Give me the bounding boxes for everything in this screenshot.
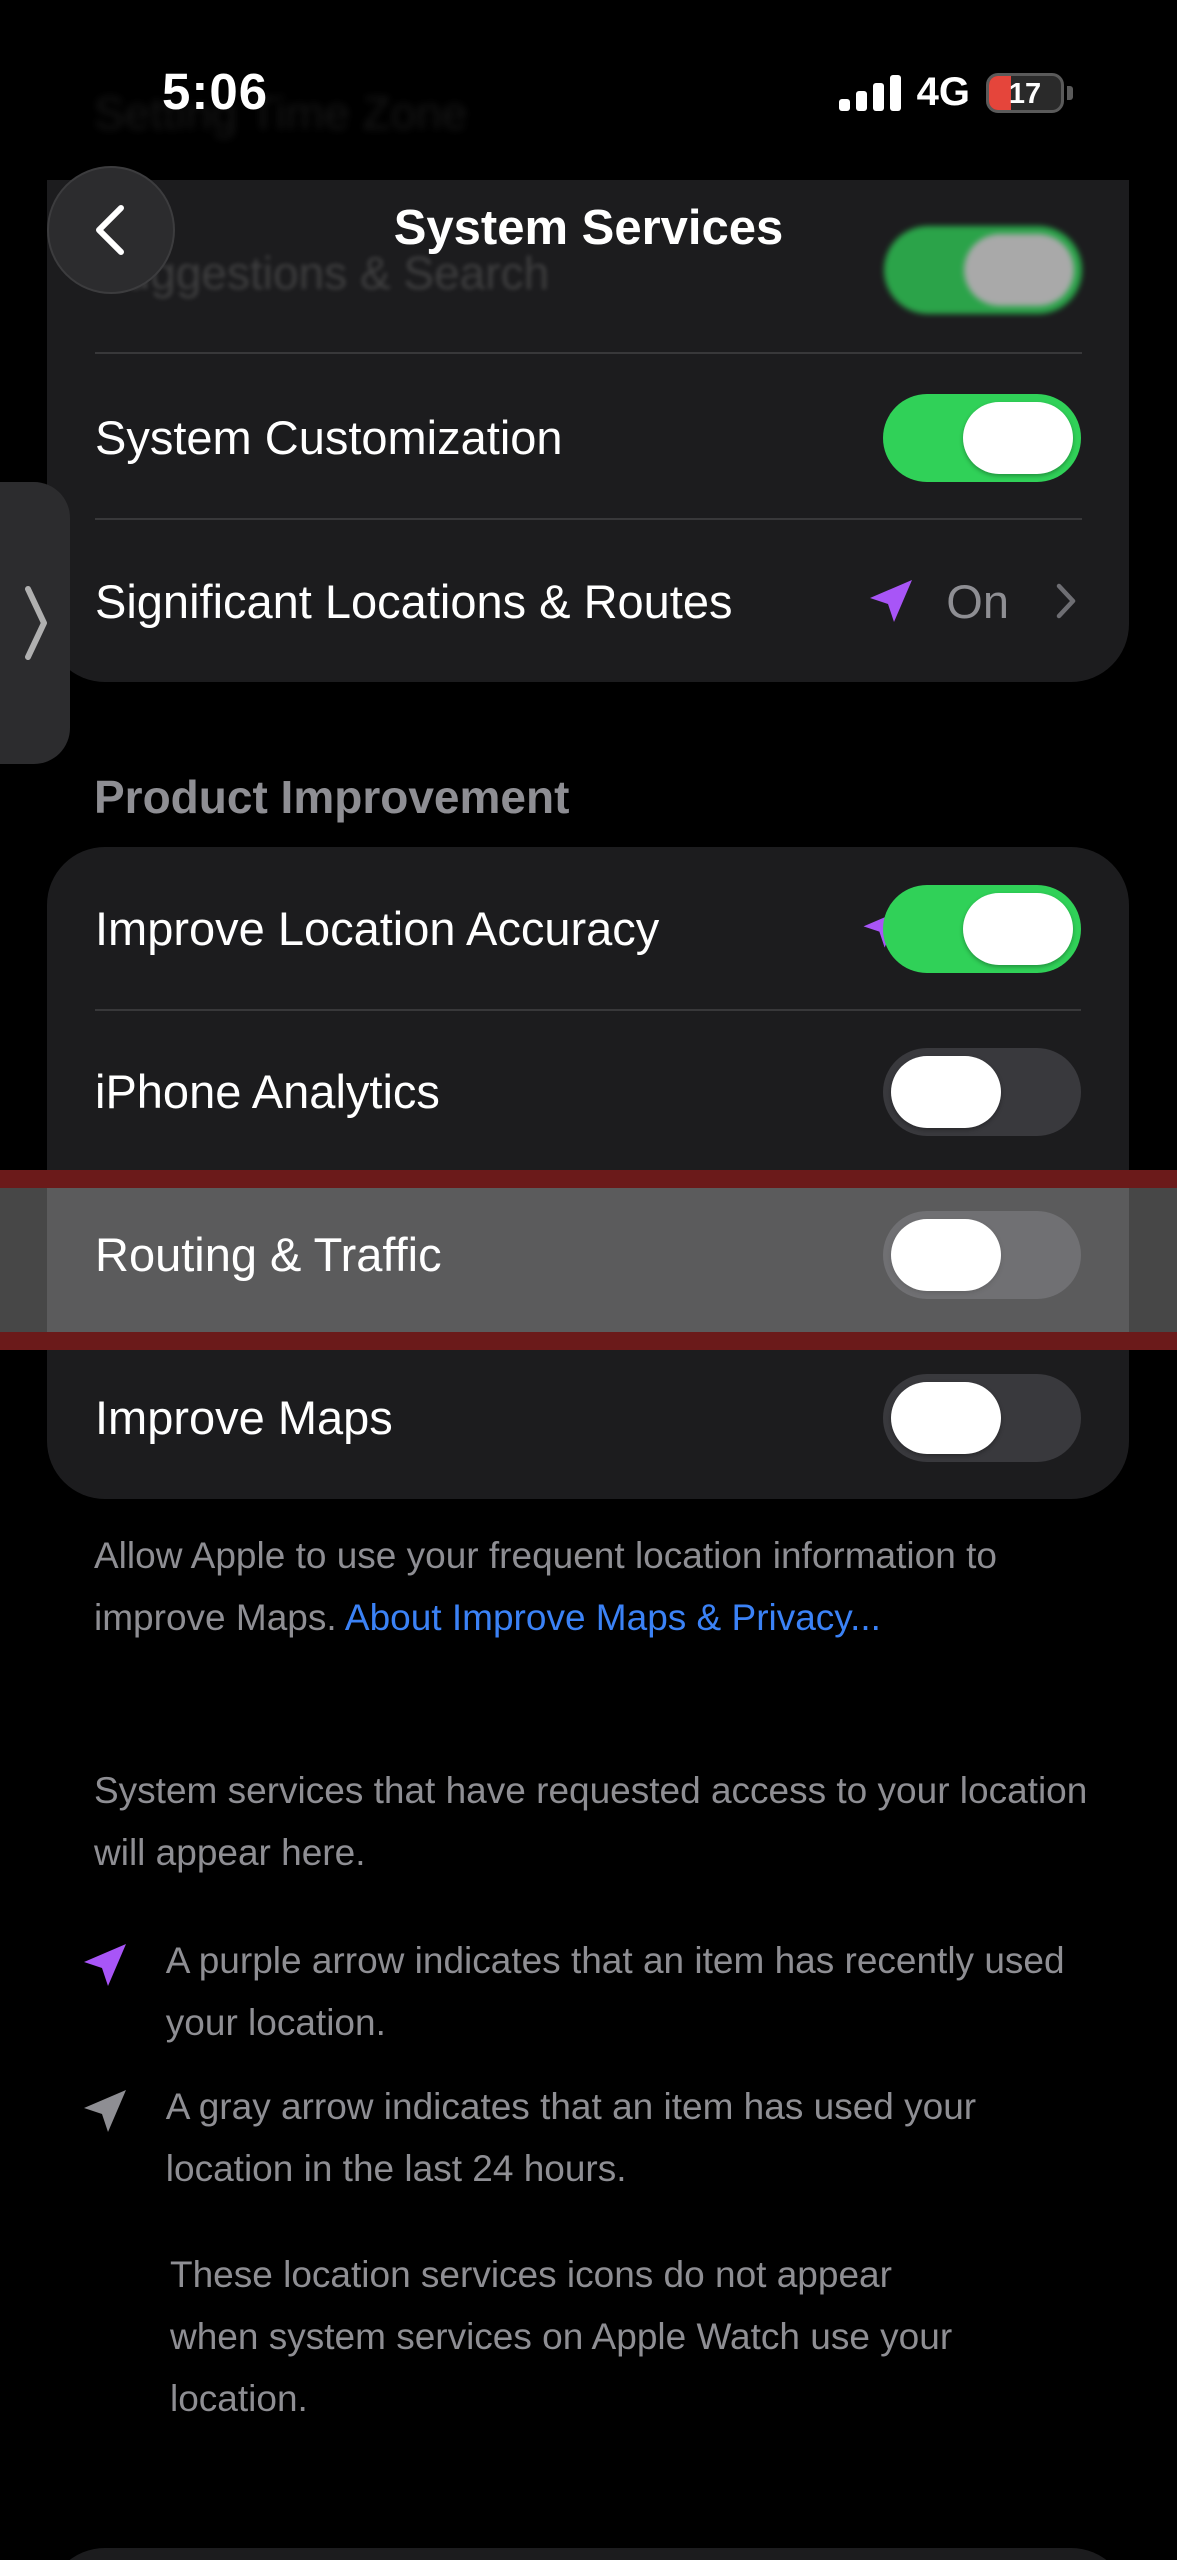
row-improve-location-accuracy[interactable]: Improve Location Accuracy (47, 847, 1129, 1010)
watch-note-text: These location services icons do not app… (170, 2254, 953, 2419)
battery-icon: 17 (986, 72, 1064, 113)
legend-gray-arrow: A gray arrow indicates that an item has … (80, 2076, 1100, 2200)
battery-level: 17 (1008, 77, 1042, 110)
chevron-right-icon (25, 586, 47, 660)
page-title: System Services (393, 201, 784, 255)
routing-traffic-toggle[interactable] (883, 1210, 1081, 1299)
scrolled-under-row-label: Setting Time Zone (94, 87, 468, 139)
row-value: On (946, 575, 1009, 628)
status-indicators: 4G 17 (838, 70, 1073, 115)
status-time: 5:06 (162, 63, 269, 120)
purple-location-arrow-icon (870, 580, 912, 622)
legend-text: A gray arrow indicates that an item has … (165, 2086, 977, 2189)
improve-maps-footer: Allow Apple to use your frequent locatio… (94, 1525, 1094, 1649)
row-label: Improve Location Accuracy (95, 902, 660, 955)
row-significant-locations[interactable]: Significant Locations & Routes On (47, 520, 1129, 683)
legend-text: A purple arrow indicates that an item ha… (165, 1940, 1065, 2043)
improve-location-accuracy-toggle[interactable] (883, 884, 1081, 973)
row-label: iPhone Analytics (95, 1065, 440, 1118)
row-label: Improve Maps (95, 1391, 393, 1444)
row-routing-traffic[interactable]: Routing & Traffic (47, 1173, 1129, 1336)
cellular-signal-icon (838, 74, 901, 111)
row-label: Routing & Traffic (95, 1228, 442, 1281)
battery-cap (1067, 85, 1073, 100)
system-customization-toggle[interactable] (883, 393, 1081, 482)
network-type: 4G (916, 70, 970, 114)
purple-location-arrow-icon (84, 1944, 126, 1986)
chevron-right-icon (1056, 583, 1076, 619)
row-separator (95, 352, 1082, 354)
iphone-analytics-toggle[interactable] (883, 1047, 1081, 1136)
legend-watch-note: These location services icons do not app… (80, 2244, 1100, 2430)
gray-location-arrow-icon (84, 2090, 126, 2132)
row-iphone-analytics[interactable]: iPhone Analytics (47, 1010, 1129, 1173)
next-group-card (47, 2548, 1129, 2560)
row-label: System Customization (95, 411, 563, 464)
row-system-customization[interactable]: System Customization (47, 356, 1129, 519)
section-header-product-improvement: Product Improvement (94, 771, 570, 823)
info-intro: System services that have requested acce… (94, 1770, 1088, 1873)
about-improve-maps-link[interactable]: About Improve Maps & Privacy... (345, 1597, 881, 1638)
system-services-screen: Setting Time Zone Suggestions & Search 5… (0, 0, 1177, 2560)
row-label: Significant Locations & Routes (95, 575, 733, 628)
product-improvement-group: Improve Location Accuracy iPhone Analyti… (47, 847, 1129, 1499)
legend-purple-arrow: A purple arrow indicates that an item ha… (80, 1930, 1100, 2054)
row-improve-maps[interactable]: Improve Maps (47, 1336, 1129, 1499)
improve-maps-toggle[interactable] (883, 1373, 1081, 1462)
